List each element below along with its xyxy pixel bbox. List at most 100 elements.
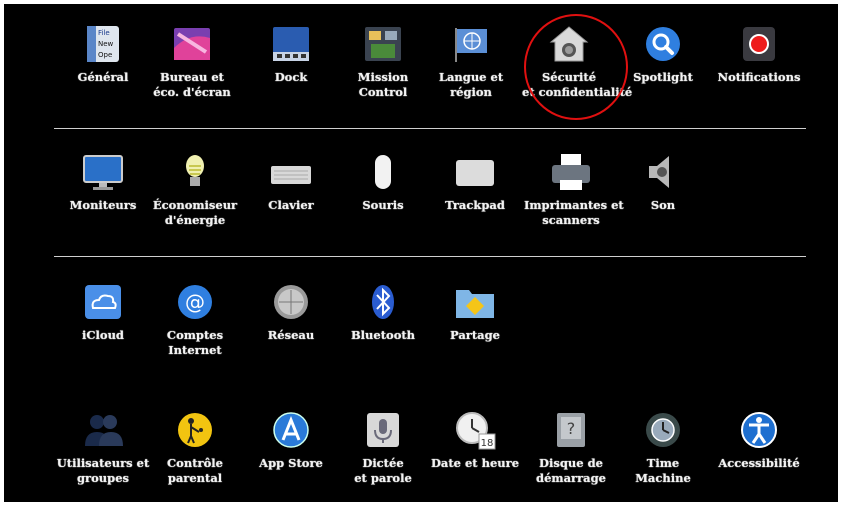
security-privacy-icon [549, 26, 589, 62]
pref-label-line2: et parole [354, 471, 412, 485]
time-machine-icon [646, 413, 680, 447]
mouse-icon [375, 155, 391, 189]
bluetooth-icon [372, 285, 394, 319]
general-icon: File New Ope [87, 26, 119, 62]
trackpad-icon [456, 160, 494, 186]
pref-label: App Store [259, 456, 323, 470]
pref-notifications[interactable]: Notifications [712, 24, 806, 85]
internet-accounts-icon: @ [178, 285, 212, 319]
pref-label: Clavier [268, 198, 314, 212]
parental-controls-icon [178, 413, 212, 447]
pref-label: Time [646, 456, 680, 470]
monitor-icon [83, 155, 123, 190]
pref-mission-control[interactable]: Mission Control [336, 24, 430, 100]
pref-label: Dictée [362, 456, 404, 470]
pref-label: Imprimantes et [524, 198, 624, 212]
dictation-speech-icon [367, 413, 399, 447]
network-icon [274, 285, 308, 319]
pref-label: Sécurité [541, 70, 597, 84]
svg-text:New: New [98, 40, 114, 48]
pref-label: Trackpad [445, 198, 505, 212]
section-divider [54, 128, 806, 129]
date-time-icon: 18 [456, 412, 496, 450]
pref-label-line2: et confidentialité [522, 85, 633, 99]
pref-time-machine[interactable]: Time Machine [616, 410, 710, 486]
pref-label: Mission [357, 70, 409, 84]
pref-spotlight[interactable]: Spotlight [616, 24, 710, 85]
section-divider [54, 256, 806, 257]
pref-date-time[interactable]: 18 Date et heure [428, 410, 522, 471]
speaker-icon [649, 156, 669, 188]
pref-internet-accounts[interactable]: @ Comptes Internet [148, 282, 242, 358]
mission-control-icon [365, 27, 401, 61]
pref-app-store[interactable]: App Store [244, 410, 338, 471]
pref-icloud[interactable]: iCloud [56, 282, 150, 343]
system-preferences-panel: File New Ope Général Bureau et éco. d'éc… [4, 4, 838, 502]
pref-sound[interactable]: Son [616, 152, 710, 213]
pref-label: Accessibilité [718, 456, 800, 470]
svg-text:@: @ [185, 290, 205, 314]
svg-text:18: 18 [481, 438, 494, 449]
pref-label: Contrôle [167, 456, 223, 470]
pref-printers-scanners[interactable]: Imprimantes et scanners [524, 152, 624, 228]
pref-label-line2: éco. d'écran [153, 85, 231, 99]
pref-general[interactable]: File New Ope Général [56, 24, 150, 85]
pref-label: Souris [362, 198, 404, 212]
pref-label-line2: scanners [542, 213, 600, 227]
pref-users-groups[interactable]: Utilisateurs et groupes [56, 410, 150, 486]
pref-accessibility[interactable]: Accessibilité [712, 410, 806, 471]
pref-label: Réseau [267, 328, 315, 342]
pref-keyboard[interactable]: Clavier [244, 152, 338, 213]
pref-security-privacy[interactable]: Sécurité et confidentialité [522, 24, 633, 100]
pref-mouse[interactable]: Souris [336, 152, 430, 213]
pref-parental-controls[interactable]: Contrôle parental [148, 410, 242, 486]
startup-disk-icon: ? [557, 413, 585, 447]
keyboard-icon [271, 166, 311, 184]
pref-startup-disk[interactable]: ? Disque de démarrage [524, 410, 618, 486]
pref-label: Spotlight [633, 70, 693, 84]
spotlight-icon [646, 27, 680, 61]
svg-text:?: ? [567, 419, 576, 438]
printer-icon [552, 154, 590, 190]
pref-energy-saver[interactable]: Économiseur d'énergie [148, 152, 242, 228]
pref-dock[interactable]: Dock [244, 24, 338, 85]
desktop-screensaver-icon [174, 28, 210, 60]
pref-label: Économiseur [152, 198, 238, 212]
pref-network[interactable]: Réseau [244, 282, 338, 343]
notifications-icon [743, 27, 775, 61]
pref-label-line2: groupes [77, 471, 129, 485]
pref-dictation-speech[interactable]: Dictée et parole [336, 410, 430, 486]
sharing-folder-icon [456, 290, 494, 318]
dock-icon [273, 27, 309, 61]
pref-label-line2: Internet [168, 343, 222, 357]
pref-label: Moniteurs [69, 198, 137, 212]
pref-label: Utilisateurs et [56, 456, 150, 470]
pref-label-line2: Control [358, 85, 408, 99]
pref-bluetooth[interactable]: Bluetooth [336, 282, 430, 343]
pref-sharing[interactable]: Partage [428, 282, 522, 343]
pref-label: Son [650, 198, 676, 212]
pref-label: iCloud [82, 328, 124, 342]
pref-label: Date et heure [430, 456, 520, 470]
pref-language-region[interactable]: Langue et région [424, 24, 518, 100]
pref-label: Bureau et [160, 70, 224, 84]
language-region-icon [455, 28, 487, 62]
pref-label: Partage [450, 328, 500, 342]
svg-text:File: File [98, 29, 110, 37]
pref-displays[interactable]: Moniteurs [56, 152, 150, 213]
accessibility-icon [741, 412, 777, 448]
pref-label-line2: parental [167, 471, 223, 485]
energy-saver-icon [186, 155, 204, 186]
users-groups-icon [85, 415, 123, 446]
pref-label: Général [77, 70, 129, 84]
pref-label: Notifications [717, 70, 801, 84]
svg-text:Ope: Ope [98, 51, 112, 59]
pref-label: Disque de [539, 456, 603, 470]
pref-label-line2: Machine [635, 471, 691, 485]
pref-desktop-screensaver[interactable]: Bureau et éco. d'écran [145, 24, 239, 100]
app-store-icon [273, 412, 309, 448]
pref-label: Bluetooth [350, 328, 416, 342]
pref-trackpad[interactable]: Trackpad [428, 152, 522, 213]
icloud-icon [85, 285, 121, 319]
pref-label-line2: démarrage [536, 471, 606, 485]
